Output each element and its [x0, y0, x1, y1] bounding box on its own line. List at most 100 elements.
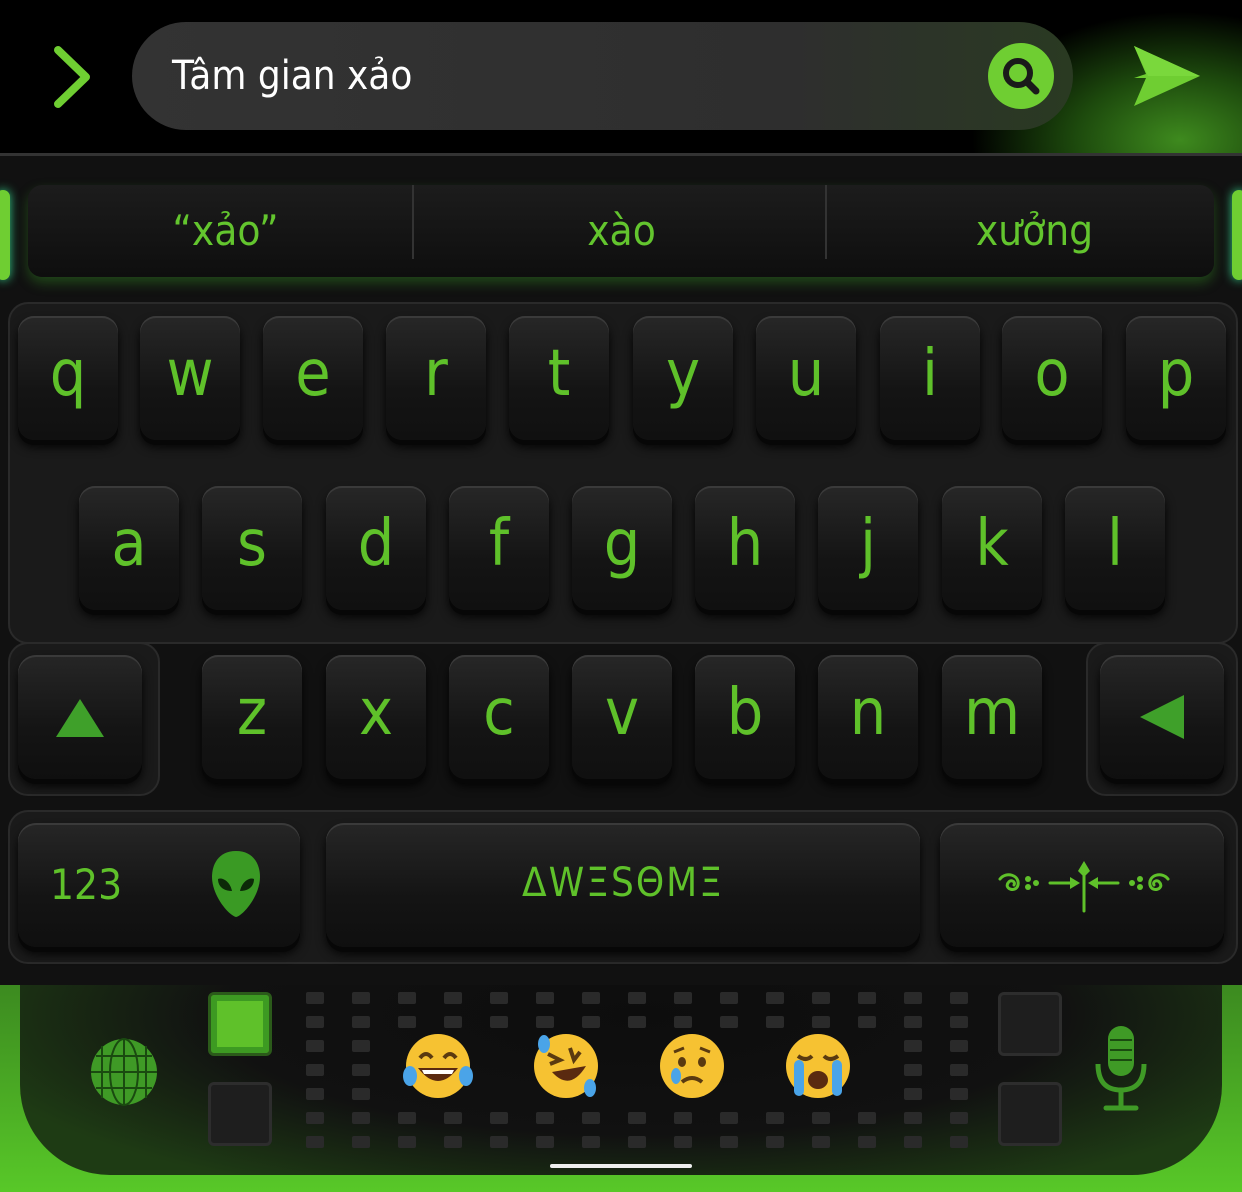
grill-dot	[720, 1112, 738, 1124]
key-a[interactable]: a	[79, 486, 179, 610]
grill-dot	[628, 1136, 646, 1148]
key-h[interactable]: h	[695, 486, 795, 610]
return-key[interactable]	[940, 823, 1224, 947]
grill-dot	[904, 1040, 922, 1052]
key-x[interactable]: x	[326, 655, 426, 779]
key-u[interactable]: u	[756, 316, 856, 440]
shift-icon	[56, 699, 104, 737]
key-w[interactable]: w	[140, 316, 240, 440]
grill-dot	[536, 1136, 554, 1148]
space-key[interactable]: ΔWΞSΘMΞ	[326, 823, 920, 947]
key-o[interactable]: o	[1002, 316, 1102, 440]
key-f[interactable]: f	[449, 486, 549, 610]
grill-dot	[306, 1064, 324, 1076]
key-p[interactable]: p	[1126, 316, 1226, 440]
suggestion-divider	[825, 185, 827, 259]
grill-dot	[950, 1064, 968, 1076]
loudly-crying-face-icon[interactable]	[782, 1030, 854, 1102]
grill-dot	[904, 1064, 922, 1076]
grill-dot	[674, 1016, 692, 1028]
search-icon	[1003, 58, 1040, 95]
grill-dot	[398, 992, 416, 1004]
top-bar: Tâm gian xảo	[0, 0, 1242, 155]
grill-dot	[674, 1136, 692, 1148]
grill-dot	[444, 992, 462, 1004]
grill-dot	[904, 1112, 922, 1124]
shift-key[interactable]	[18, 655, 142, 779]
grill-dot	[444, 1112, 462, 1124]
grill-dot	[352, 1040, 370, 1052]
left-edge-light	[0, 190, 10, 280]
grill-dot	[720, 1136, 738, 1148]
grill-dot	[950, 1016, 968, 1028]
grill-dot	[950, 1040, 968, 1052]
grill-dot	[444, 1136, 462, 1148]
search-button[interactable]	[988, 43, 1054, 109]
grill-dot	[904, 1088, 922, 1100]
grill-dot	[582, 992, 600, 1004]
grill-dot	[398, 1112, 416, 1124]
grill-dot	[858, 1112, 876, 1124]
grill-dot	[812, 992, 830, 1004]
grill-dot	[306, 1136, 324, 1148]
globe-icon[interactable]	[88, 1036, 160, 1108]
grill-dot	[306, 1112, 324, 1124]
microphone-icon[interactable]	[1092, 1024, 1150, 1114]
grill-dot	[306, 1088, 324, 1100]
crying-face-icon[interactable]	[656, 1030, 728, 1102]
indicator-light-off	[998, 992, 1062, 1056]
key-r[interactable]: r	[386, 316, 486, 440]
key-d[interactable]: d	[326, 486, 426, 610]
grill-dot	[352, 1064, 370, 1076]
grill-dot	[628, 992, 646, 1004]
key-q[interactable]: q	[18, 316, 118, 440]
grill-dot	[398, 1136, 416, 1148]
search-input[interactable]: Tâm gian xảo	[172, 22, 412, 130]
numbers-key[interactable]: 123	[18, 823, 300, 947]
key-v[interactable]: v	[572, 655, 672, 779]
grill-dot	[582, 1016, 600, 1028]
key-e[interactable]: e	[263, 316, 363, 440]
grill-dot	[812, 1112, 830, 1124]
key-y[interactable]: y	[633, 316, 733, 440]
search-field[interactable]: Tâm gian xảo	[132, 22, 1073, 130]
grill-dot	[490, 1136, 508, 1148]
grill-dot	[674, 1112, 692, 1124]
grill-dot	[536, 1016, 554, 1028]
suggestion-3[interactable]: xưởng	[837, 185, 1232, 277]
suggestion-1[interactable]: “xảo”	[28, 185, 423, 277]
grill-dot	[628, 1016, 646, 1028]
key-k[interactable]: k	[942, 486, 1042, 610]
face-with-tears-of-joy-icon[interactable]	[402, 1030, 474, 1102]
suggestion-2[interactable]: xào	[424, 185, 819, 277]
grill-dot	[306, 992, 324, 1004]
key-g[interactable]: g	[572, 486, 672, 610]
send-icon[interactable]	[1130, 40, 1202, 112]
key-c[interactable]: c	[449, 655, 549, 779]
grill-dot	[904, 992, 922, 1004]
key-s[interactable]: s	[202, 486, 302, 610]
key-l[interactable]: l	[1065, 486, 1165, 610]
grill-dot	[950, 992, 968, 1004]
grill-dot	[352, 1136, 370, 1148]
grill-dot	[858, 1136, 876, 1148]
home-indicator	[550, 1164, 692, 1168]
indicator-light-off	[998, 1082, 1062, 1146]
grill-dot	[766, 1112, 784, 1124]
grill-dot	[582, 1112, 600, 1124]
alien-icon	[212, 851, 260, 917]
key-t[interactable]: t	[509, 316, 609, 440]
key-m[interactable]: m	[942, 655, 1042, 779]
key-j[interactable]: j	[818, 486, 918, 610]
backspace-key[interactable]	[1100, 655, 1224, 779]
grill-dot	[766, 992, 784, 1004]
key-b[interactable]: b	[695, 655, 795, 779]
key-n[interactable]: n	[818, 655, 918, 779]
key-i[interactable]: i	[880, 316, 980, 440]
chevron-right-icon[interactable]	[44, 44, 104, 110]
key-z[interactable]: z	[202, 655, 302, 779]
grill-dot	[720, 992, 738, 1004]
grill-dot	[352, 1112, 370, 1124]
rolling-on-floor-laughing-icon[interactable]	[530, 1030, 602, 1102]
grill-dot	[536, 992, 554, 1004]
